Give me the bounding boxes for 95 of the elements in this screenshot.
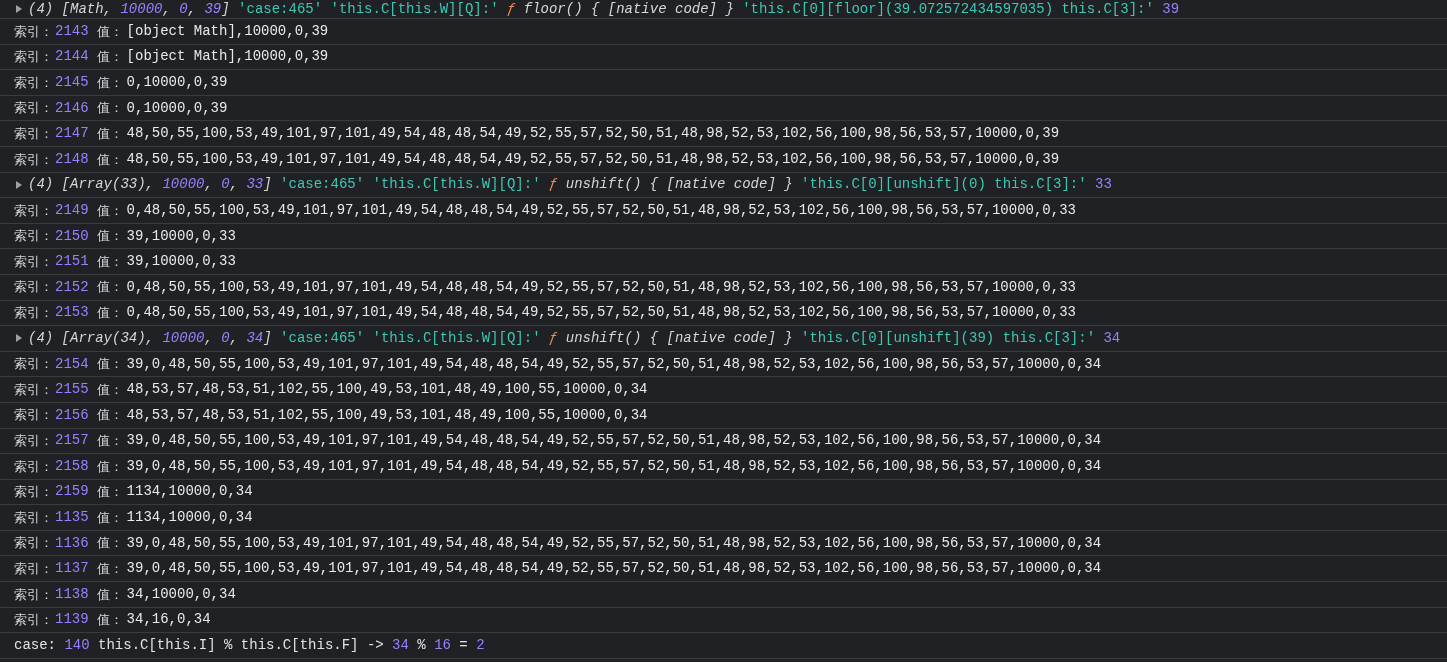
value-text: 1134,10000,0,34 <box>126 482 253 502</box>
log-message: case: 140 this.C[this.I] % this.C[this.F] -> 34 % 16 = 2 <box>14 636 485 656</box>
value-text: 48,53,57,48,53,51,102,55,100,49,53,101,48,49,100,55,10000,0,34 <box>126 380 648 400</box>
value-label: 值： <box>96 99 123 118</box>
index-label: 索引： <box>14 99 53 118</box>
logged-object-preview: (4) [Array(33), 10000, 0, 33] 'case:465' 'this.C[this.W][Q]:' ƒ unshift() { [native code] } 'this.C[0][unshift](0) this.C[3]:' 33 <box>28 175 1112 195</box>
value-label: 值： <box>96 432 123 451</box>
value-text: 39,10000,0,33 <box>126 252 236 272</box>
value-text: 0,48,50,55,100,53,49,101,97,101,49,54,48,48,54,49,52,55,57,52,50,51,48,98,52,53,102,56,100,98,56,53,57,10000,0,33 <box>126 303 1076 323</box>
value-text: 48,50,55,100,53,49,101,97,101,49,54,48,48,54,49,52,55,57,52,50,51,48,98,52,53,102,56,100,98,56,53,57,10000,0,39 <box>126 149 1060 169</box>
expand-triangle-icon[interactable] <box>15 334 23 343</box>
value-text: 39,0,48,50,55,100,53,49,101,97,101,49,54,48,48,54,49,52,55,57,52,50,51,48,98,52,53,102,56,100,98,56,53,57,10000,0,34 <box>126 431 1102 451</box>
index-number: 2151 <box>55 252 89 272</box>
expand-triangle-icon[interactable] <box>15 180 23 189</box>
value-label: 值： <box>96 73 123 92</box>
value-text: 1134,10000,0,34 <box>126 508 253 528</box>
value-text: 39,10000,0,33 <box>126 226 236 246</box>
value-text: 39,0,48,50,55,100,53,49,101,97,101,49,54,48,48,54,49,52,55,57,52,50,51,48,98,52,53,102,56,100,98,56,53,57,10000,0,34 <box>126 354 1102 374</box>
value-text: 34,10000,0,34 <box>126 584 236 604</box>
logged-object-preview: (4) [Array(34), 10000, 0, 34] 'case:465' 'this.C[this.W][Q]:' ƒ unshift() { [native code] } 'this.C[0][unshift](39) this.C[3]:' 34 <box>28 328 1121 348</box>
value-label: 值： <box>96 483 123 502</box>
index-label: 索引： <box>14 508 53 527</box>
index-label: 索引： <box>14 304 53 323</box>
index-label: 索引： <box>14 150 53 169</box>
index-number: 1135 <box>55 508 89 528</box>
index-number: 2156 <box>55 405 89 425</box>
value-label: 值： <box>96 560 123 578</box>
index-number: 2149 <box>55 200 89 220</box>
value-label: 值： <box>96 585 123 604</box>
value-label: 值： <box>96 201 123 220</box>
index-label: 索引： <box>14 534 53 553</box>
value-label: 值： <box>96 611 123 630</box>
index-label: 索引： <box>14 48 53 67</box>
value-text: 0,10000,0,39 <box>126 98 228 118</box>
index-label: 索引： <box>14 432 53 451</box>
value-label: 值： <box>96 48 123 67</box>
index-label: 索引： <box>14 457 53 476</box>
value-text: 48,50,55,100,53,49,101,97,101,49,54,48,48,54,49,52,55,57,52,50,51,48,98,52,53,102,56,100,98,56,53,57,10000,0,39 <box>126 124 1060 144</box>
index-label: 索引： <box>14 355 53 374</box>
index-label: 索引： <box>14 483 53 502</box>
index-number: 1136 <box>55 533 89 553</box>
index-number: 2143 <box>55 21 89 41</box>
value-text: [object Math],10000,0,39 <box>126 21 329 41</box>
value-label: 值： <box>96 22 123 41</box>
value-text: 34,16,0,34 <box>126 610 211 630</box>
index-number: 2144 <box>55 47 89 67</box>
index-number: 2158 <box>55 456 89 476</box>
index-label: 索引： <box>14 380 53 399</box>
logged-object-preview: (4) [Math, 10000, 0, 39] 'case:465' 'this.C[this.W][Q]:' ƒ floor() { [native code] } 'this.C[0][floor](39.072572434597035) this.C[3]:' 39 <box>28 0 1180 19</box>
value-text: 0,10000,0,39 <box>126 73 228 92</box>
value-label: 值： <box>96 252 123 271</box>
index-label: 索引： <box>14 227 53 246</box>
index-label: 索引： <box>14 406 53 425</box>
index-number: 2147 <box>55 124 89 144</box>
value-label: 值： <box>96 457 123 476</box>
value-text: 39,0,48,50,55,100,53,49,101,97,101,49,54,48,48,54,49,52,55,57,52,50,51,48,98,52,53,102,56,100,98,56,53,57,10000,0,34 <box>126 559 1102 579</box>
index-label: 索引： <box>14 252 53 271</box>
index-label: 索引： <box>14 611 53 630</box>
value-label: 值： <box>96 406 123 425</box>
index-number: 2150 <box>55 226 89 246</box>
value-label: 值： <box>96 304 123 323</box>
value-label: 值： <box>96 534 123 553</box>
value-label: 值： <box>96 278 123 297</box>
index-number: 2155 <box>55 380 89 400</box>
index-number: 1137 <box>55 559 89 579</box>
index-label: 索引： <box>14 73 53 92</box>
value-label: 值： <box>96 150 123 169</box>
value-text: 0,48,50,55,100,53,49,101,97,101,49,54,48,48,54,49,52,55,57,52,50,51,48,98,52,53,102,56,100,98,56,53,57,10000,0,33 <box>126 277 1076 297</box>
index-number: 2154 <box>55 354 89 374</box>
index-label: 索引： <box>14 278 53 297</box>
value-label: 值： <box>96 380 123 399</box>
index-number: 2153 <box>55 303 89 323</box>
value-label: 值： <box>96 355 123 374</box>
index-label: 索引： <box>14 22 53 41</box>
index-number: 2146 <box>55 98 89 118</box>
index-number: 2148 <box>55 149 89 169</box>
index-number: 1139 <box>55 610 89 630</box>
value-text: 39,0,48,50,55,100,53,49,101,97,101,49,54,48,48,54,49,52,55,57,52,50,51,48,98,52,53,102,56,100,98,56,53,57,10000,0,34 <box>126 456 1102 476</box>
value-label: 值： <box>96 124 123 143</box>
value-text: 39,0,48,50,55,100,53,49,101,97,101,49,54,48,48,54,49,52,55,57,52,50,51,48,98,52,53,102,56,100,98,56,53,57,10000,0,34 <box>126 533 1102 553</box>
value-label: 值： <box>96 508 123 527</box>
value-label: 值： <box>96 227 123 246</box>
value-text: 48,53,57,48,53,51,102,55,100,49,53,101,48,49,100,55,10000,0,34 <box>126 405 648 425</box>
index-number: 2145 <box>55 73 89 92</box>
index-label: 索引： <box>14 585 53 604</box>
value-text: 0,48,50,55,100,53,49,101,97,101,49,54,48,48,54,49,52,55,57,52,50,51,48,98,52,53,102,56,100,98,56,53,57,10000,0,33 <box>126 200 1076 220</box>
expand-triangle-icon[interactable] <box>15 5 23 13</box>
index-number: 2157 <box>55 431 89 451</box>
index-number: 2159 <box>55 482 89 502</box>
index-number: 2152 <box>55 277 89 297</box>
index-number: 1138 <box>55 584 89 604</box>
index-label: 索引： <box>14 201 53 220</box>
value-text: [object Math],10000,0,39 <box>126 47 329 67</box>
index-label: 索引： <box>14 124 53 143</box>
index-label: 索引： <box>14 560 53 578</box>
